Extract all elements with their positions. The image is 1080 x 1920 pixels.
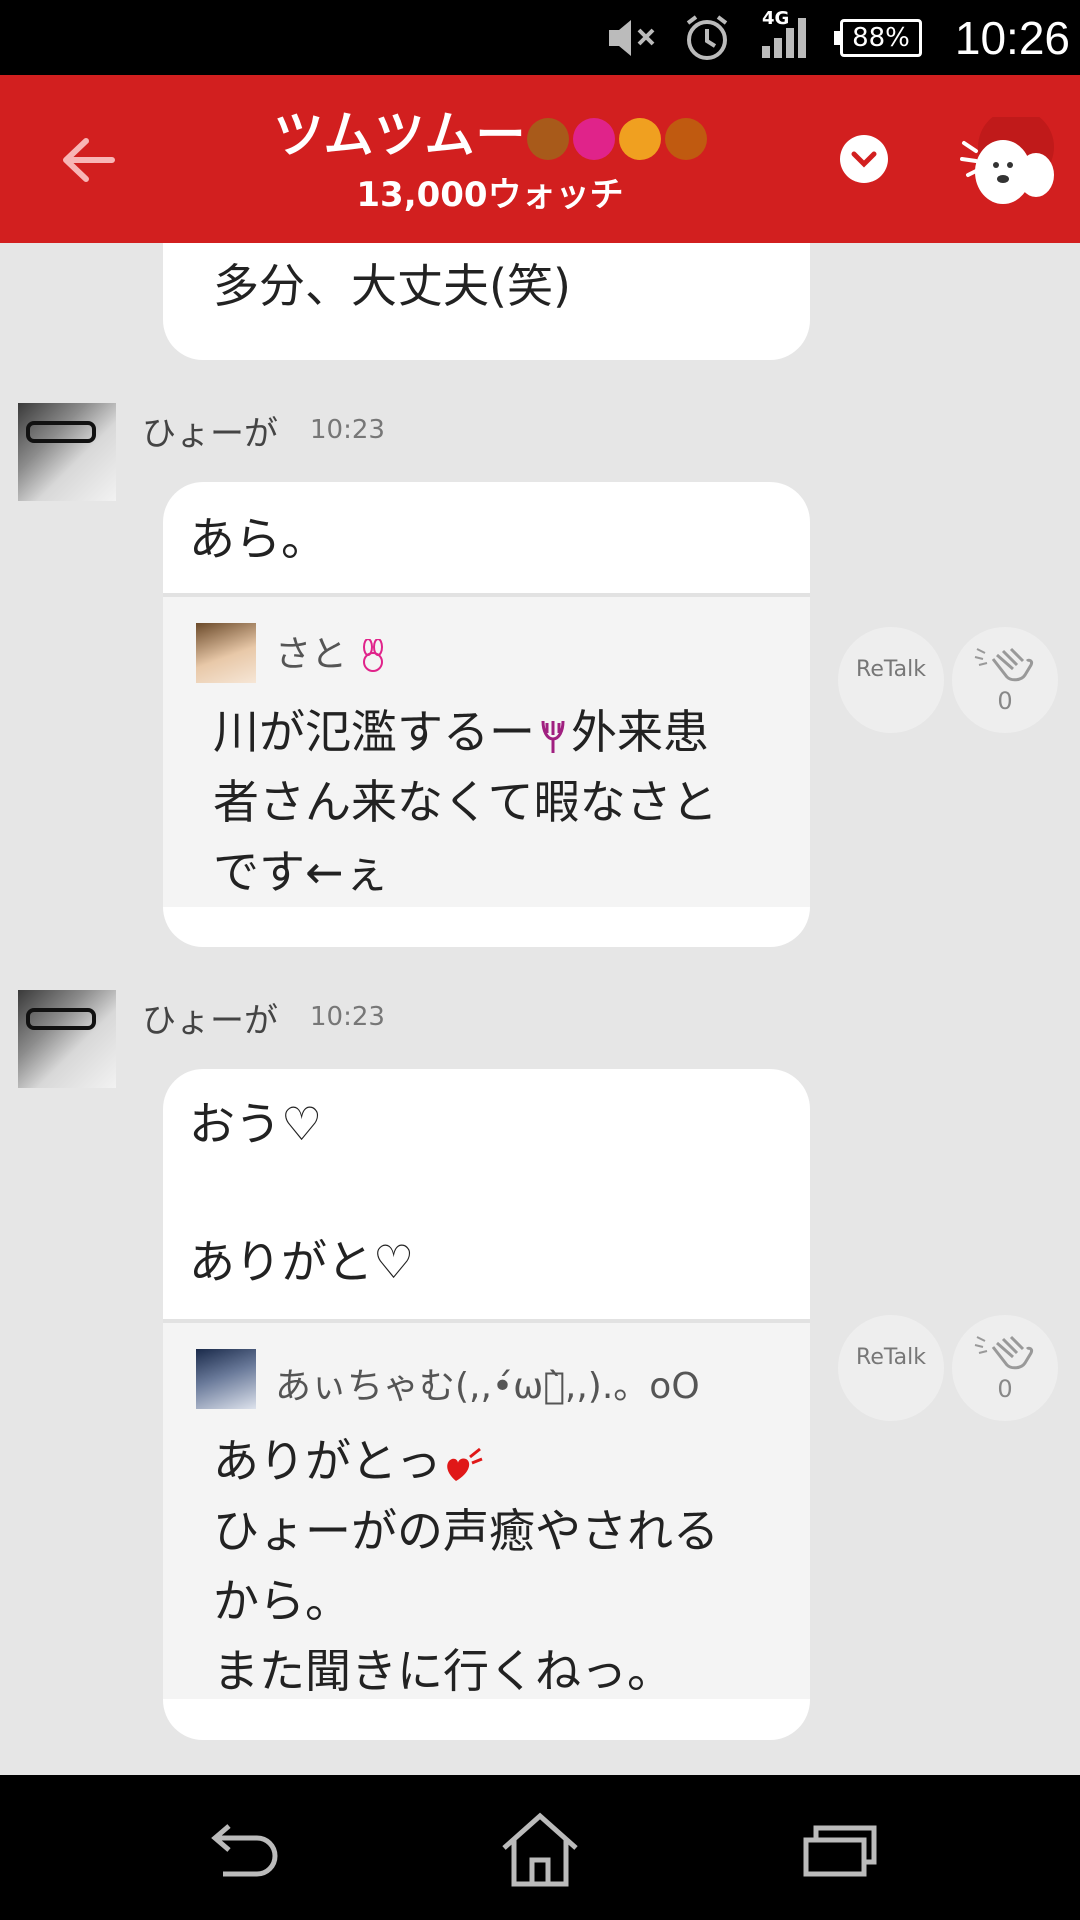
mascot-button[interactable] <box>958 109 1058 217</box>
retalk-button[interactable]: ReTalk <box>838 1315 944 1421</box>
navigation-bar <box>0 1775 1080 1920</box>
message-bubble[interactable]: 多分、大丈夫(笑) <box>163 243 810 360</box>
avatar[interactable] <box>18 403 116 501</box>
quote-sender-name: あぃちゃむ(,,•́ωก̀,,).。oO <box>275 1366 700 1407</box>
retalk-label: ReTalk <box>856 1344 926 1370</box>
clock: 10:26 <box>954 11 1070 64</box>
arrow-left-icon <box>63 138 115 182</box>
room-title-text: ツムツムー <box>273 106 527 164</box>
retalk-label: ReTalk <box>856 656 926 682</box>
title-emoji-group <box>526 117 707 160</box>
clap-icon <box>974 647 1033 682</box>
message-time: 10:23 <box>310 1002 385 1032</box>
dog-icon <box>664 117 707 160</box>
mascot-icon <box>960 109 1054 204</box>
avatar[interactable] <box>18 990 116 1088</box>
sender-name: ひょーが <box>142 414 278 454</box>
avatar <box>196 623 256 683</box>
quoted-message[interactable]: さと 川が氾濫するー 外来患 者さん来なくて暇なさと です←ぇ <box>163 593 810 907</box>
avatar <box>196 1349 256 1409</box>
nav-recents-button[interactable] <box>790 1805 890 1895</box>
recents-icon <box>803 1825 877 1877</box>
quoted-message[interactable]: あぃちゃむ(,,•́ωก̀,,).。oO ありがとっ ひょーがの声癒やされる か… <box>163 1319 810 1699</box>
clap-icon <box>974 1335 1033 1370</box>
heart-icon <box>446 1447 483 1481</box>
room-header: ツムツムー 13,000ウォッチ <box>0 75 1080 243</box>
sender-name: ひょーが <box>142 1001 278 1041</box>
dropdown-button[interactable] <box>840 135 888 183</box>
back-button[interactable] <box>48 125 128 195</box>
quote-sender-name: さと <box>275 625 388 677</box>
room-title: ツムツムー <box>260 95 720 167</box>
battery-icon: 88% <box>834 0 940 75</box>
clap-button[interactable]: 0 <box>952 1315 1058 1421</box>
quote-text: ありがとっ ひょーがの声癒やされる から。 また聞きに行くねっ。 <box>213 1434 719 1698</box>
chevron-down-icon <box>851 151 877 168</box>
message-text: 多分、大丈夫(笑) <box>213 259 571 313</box>
quote-text: 川が氾濫するー 外来患 者さん来なくて暇なさと です←ぇ <box>213 705 718 899</box>
home-icon <box>502 1812 578 1887</box>
message-text: あら。 <box>189 512 327 566</box>
bear-icon <box>526 117 569 160</box>
signal-icon <box>760 0 826 75</box>
clap-count: 0 <box>997 687 1013 715</box>
battery-level: 88% <box>852 22 910 53</box>
retalk-button[interactable]: ReTalk <box>838 627 944 733</box>
clap-count: 0 <box>997 1375 1013 1403</box>
rabbit-icon <box>363 638 384 672</box>
nav-home-button[interactable] <box>490 1805 590 1895</box>
cat-icon <box>618 117 661 160</box>
chat-area[interactable]: 多分、大丈夫(笑) ひょーが 10:23 あら。 さと 川が氾濫するー 外来患 者… <box>0 243 1080 1775</box>
message-text: おう♡ ありがと♡ <box>189 1097 415 1289</box>
watch-count: 13,000ウォッチ <box>356 175 624 215</box>
status-bar: 4G 88% 10:26 <box>0 0 1080 75</box>
rabbit-icon <box>572 117 615 160</box>
clap-button[interactable]: 0 <box>952 627 1058 733</box>
microphone-icon <box>541 720 565 753</box>
back-icon <box>211 1824 278 1877</box>
message-time: 10:23 <box>310 415 385 445</box>
alarm-icon <box>682 0 736 75</box>
nav-back-button[interactable] <box>193 1805 293 1895</box>
mute-icon <box>605 0 665 75</box>
